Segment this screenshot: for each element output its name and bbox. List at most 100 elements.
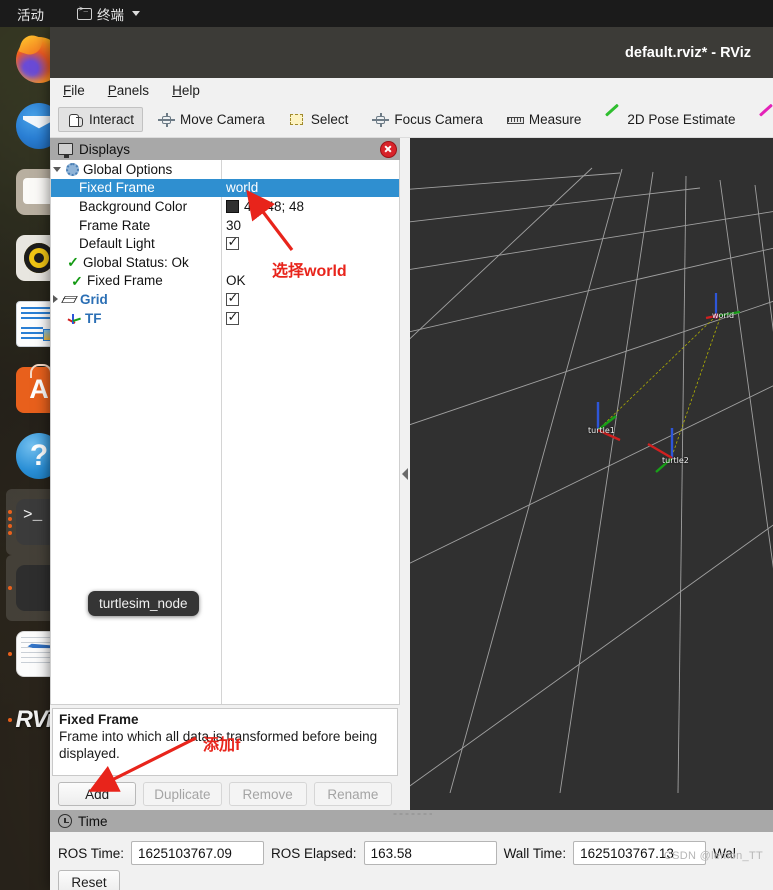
table-row-fixed-frame[interactable]: Fixed Frame world: [51, 178, 399, 198]
check-icon: ✓: [71, 272, 83, 289]
tree-label: Grid: [80, 291, 108, 307]
table-row-grid[interactable]: Grid: [51, 290, 399, 309]
tree-value: [221, 291, 399, 306]
watermark: CSDN @lemon_TT: [663, 850, 763, 862]
chevron-down-icon[interactable]: [53, 166, 61, 172]
tree-value: [221, 235, 399, 251]
ros-elapsed-label: ROS Elapsed:: [271, 845, 357, 861]
activities-button[interactable]: 活动: [17, 4, 44, 24]
panel-splitter[interactable]: [400, 138, 410, 810]
clock-icon: [58, 814, 72, 828]
tree-value: [221, 310, 399, 325]
app-menu-label: 终端: [97, 7, 124, 23]
tree-label: TF: [85, 310, 102, 326]
menu-item-file[interactable]: File: [63, 83, 85, 98]
menu-item-help[interactable]: Help: [172, 83, 200, 98]
3d-viewport[interactable]: world turtle1 turtle2: [410, 138, 773, 810]
checkbox-grid[interactable]: [226, 291, 239, 306]
running-indicator-dots: [8, 621, 12, 687]
chevron-right-icon[interactable]: [53, 295, 58, 304]
color-swatch: [226, 199, 239, 213]
reset-button[interactable]: Reset: [58, 870, 120, 890]
reset-button-row: Reset: [50, 870, 773, 890]
grid-render: [410, 167, 773, 793]
tf-frame-world: world: [712, 311, 735, 320]
checkbox-default-light[interactable]: [226, 235, 239, 251]
gnome-top-bar: 活动 终端: [0, 0, 773, 27]
tree-label: Fixed Frame: [79, 180, 155, 196]
duplicate-button: Duplicate: [143, 782, 222, 806]
running-indicator-dots: [8, 555, 12, 621]
toolbar-interact-label: Interact: [89, 112, 135, 127]
tree-label: Frame Rate: [79, 217, 151, 233]
tree-label: Global Options: [83, 161, 173, 177]
toolbar-2d-pose-estimate-button[interactable]: 2D Pose Estimate: [596, 107, 744, 132]
magenta-arrow-icon: [759, 113, 773, 127]
panel-grip[interactable]: [391, 812, 432, 816]
toolbar-measure-label: Measure: [528, 112, 582, 127]
tf-frame-turtle2: turtle2: [662, 456, 689, 465]
running-indicator-dots: [8, 687, 12, 753]
dock-tooltip: turtlesim_node: [88, 591, 199, 616]
tree-value[interactable]: 48; 48; 48: [221, 199, 399, 214]
green-arrow-icon: [605, 113, 622, 127]
tree-value[interactable]: 30: [221, 218, 399, 233]
help-title: Fixed Frame: [59, 712, 139, 727]
move-camera-icon: [158, 112, 176, 127]
screen: 活动 终端: [0, 0, 773, 890]
add-button[interactable]: Add: [58, 782, 137, 806]
selection-box-icon: [289, 113, 306, 127]
displays-panel-header: Displays: [50, 138, 400, 160]
tf-frame-turtle1: turtle1: [588, 426, 615, 435]
table-row-frame-rate[interactable]: Frame Rate 30: [51, 216, 399, 235]
displays-button-row: Add Duplicate Remove Rename: [50, 776, 400, 810]
grid-icon: [63, 294, 76, 305]
collapse-panel-icon[interactable]: [402, 468, 408, 480]
table-row-background-color[interactable]: Background Color 48; 48; 48: [51, 197, 399, 216]
window-body: Displays Global Options Fixed Frame worl…: [50, 138, 773, 810]
time-panel: Time ROS Time: 1625103767.09 ROS Elapsed…: [50, 810, 773, 890]
table-row-global-options[interactable]: Global Options: [51, 160, 399, 179]
hand-cursor-icon: [67, 113, 84, 127]
ros-time-field[interactable]: 1625103767.09: [131, 841, 265, 865]
tree-label: Global Status: Ok: [83, 254, 189, 270]
tree-value[interactable]: world: [221, 180, 399, 195]
monitor-icon: [58, 143, 73, 158]
rename-button: Rename: [313, 782, 392, 806]
toolbar-focus-camera-label: Focus Camera: [394, 112, 483, 127]
window-titlebar: default.rviz* - RViz: [50, 27, 773, 78]
menu-bar: File Panels Help: [50, 78, 773, 102]
tool-bar: Interact Move Camera Select Focus Camera…: [50, 102, 773, 138]
toolbar-focus-camera-button[interactable]: Focus Camera: [363, 107, 492, 132]
displays-tree[interactable]: Global Options Fixed Frame world Backgro…: [50, 160, 400, 705]
menu-item-panels[interactable]: Panels: [108, 83, 149, 98]
displays-panel: Displays Global Options Fixed Frame worl…: [50, 138, 400, 810]
focus-camera-icon: [372, 112, 390, 127]
running-indicator-dots: [8, 489, 12, 555]
toolbar-select-label: Select: [310, 112, 349, 127]
terminal-icon: [77, 6, 92, 20]
checkbox-tf[interactable]: [226, 310, 239, 325]
displays-panel-title: Displays: [79, 141, 131, 157]
tf-axes-icon: [67, 312, 81, 325]
app-menu-button[interactable]: 终端: [77, 4, 140, 24]
close-icon[interactable]: [380, 140, 397, 158]
ros-elapsed-field[interactable]: 163.58: [363, 841, 497, 865]
toolbar-measure-button[interactable]: Measure: [498, 107, 591, 132]
gear-icon: [66, 162, 79, 176]
toolbar-move-camera-button[interactable]: Move Camera: [149, 107, 274, 132]
toolbar-2d-pose-estimate-label: 2D Pose Estimate: [627, 112, 736, 127]
check-icon: ✓: [67, 254, 79, 271]
toolbar-move-camera-label: Move Camera: [180, 112, 265, 127]
toolbar-2d-nav-goal-button[interactable]: 2D Nav Goal: [750, 107, 773, 132]
time-panel-title: Time: [78, 813, 108, 829]
toolbar-select-button[interactable]: Select: [280, 107, 358, 132]
ruler-icon: [506, 113, 524, 127]
rviz-window: default.rviz* - RViz File Panels Help In…: [50, 27, 773, 890]
wall-time-label: Wall Time:: [503, 845, 567, 861]
tree-label: Fixed Frame: [87, 273, 163, 289]
table-row-default-light[interactable]: Default Light: [51, 234, 399, 253]
toolbar-interact-button[interactable]: Interact: [58, 107, 144, 132]
tree-label: Default Light: [79, 236, 155, 252]
table-row-tf[interactable]: TF: [51, 309, 399, 328]
